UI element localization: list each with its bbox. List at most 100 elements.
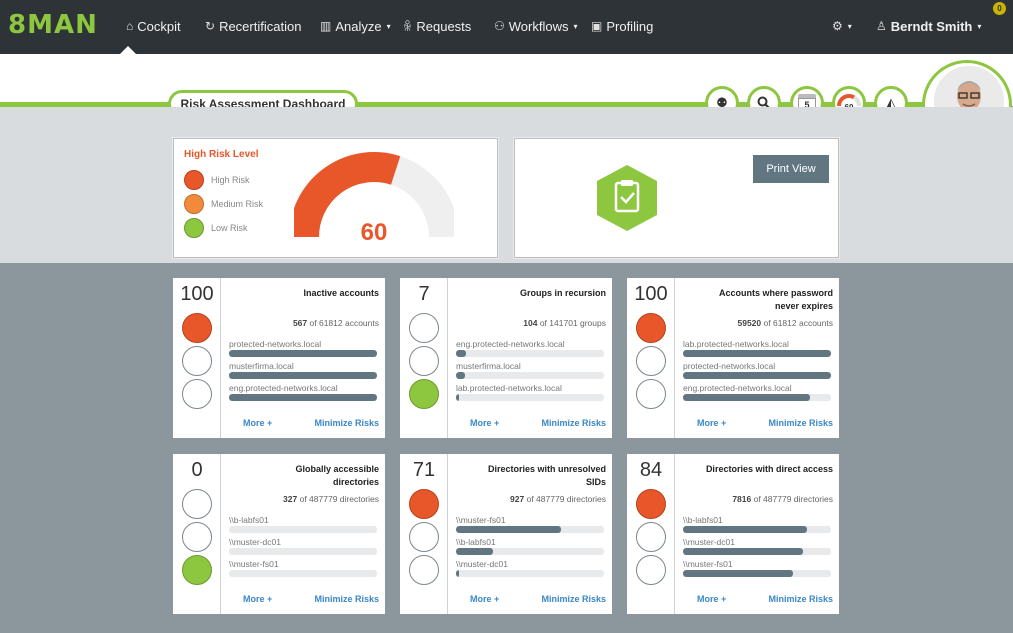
settings-menu[interactable]: ⚙ ▾ [832, 16, 852, 36]
app-logo[interactable]: 8MAN [8, 10, 98, 40]
high-risk-dot [184, 170, 204, 190]
domain-row[interactable]: \\muster-dc01 [683, 537, 833, 555]
domain-bar-fill [229, 394, 377, 401]
domain-label: protected-networks.local [683, 361, 776, 371]
more-link[interactable]: More + [697, 594, 726, 604]
minimize-risks-link[interactable]: Minimize Risks [314, 594, 379, 604]
card-title: Accounts where password never expires [718, 288, 833, 311]
domain-row[interactable]: \\b-labfs01 [456, 537, 606, 555]
domain-row[interactable]: protected-networks.local [683, 361, 833, 379]
count-value: 927 [510, 494, 525, 504]
risk-light-high [409, 489, 439, 519]
domain-row[interactable]: lab.protected-networks.local [456, 383, 606, 401]
risk-card: 100 Accounts where password never expire… [627, 278, 839, 438]
legend-label: Medium Risk [211, 199, 264, 209]
minimize-risks-link[interactable]: Minimize Risks [541, 594, 606, 604]
card-details: Inactive accounts 567 of 61812 accounts … [229, 278, 379, 438]
more-link[interactable]: More + [243, 594, 272, 604]
domain-row[interactable]: \\b-labfs01 [683, 515, 833, 533]
card-details: Directories with unresolved SIDs 927 of … [456, 454, 606, 614]
domain-row[interactable]: musterfirma.local [456, 361, 606, 379]
card-count: 7816 of 487779 directories [732, 494, 833, 504]
risk-card: 100 Inactive accounts 567 of 61812 accou… [173, 278, 385, 438]
domain-row[interactable]: \\muster-dc01 [456, 559, 606, 577]
nav-item-cockpit[interactable]: ⌂ Cockpit [126, 16, 181, 36]
more-link[interactable]: More + [470, 418, 499, 428]
medium-risk-dot [184, 194, 204, 214]
domain-label: protected-networks.local [229, 339, 322, 349]
domain-bar-fill [683, 570, 793, 577]
domain-bar-fill [456, 570, 459, 577]
chevron-down-icon: ▾ [573, 21, 578, 31]
risk-light-medium [182, 522, 212, 552]
risk-light-high [182, 489, 212, 519]
domain-label: \\muster-fs01 [683, 559, 733, 569]
domain-bar [456, 526, 604, 533]
print-view-button[interactable]: Print View [753, 155, 829, 183]
domain-bar-fill [456, 526, 562, 533]
legend-label: Low Risk [211, 223, 248, 233]
domain-bar [456, 372, 604, 379]
domain-bar [229, 372, 377, 379]
minimize-risks-link[interactable]: Minimize Risks [768, 418, 833, 428]
domain-row[interactable]: \\b-labfs01 [229, 515, 379, 533]
risk-value: 60 [360, 219, 388, 246]
domain-bar-fill [456, 350, 467, 357]
domain-bar-fill [683, 350, 831, 357]
nav-item-label: Workflows [508, 18, 569, 34]
domain-row[interactable]: \\muster-dc01 [229, 537, 379, 555]
card-score-column: 0 [173, 454, 221, 614]
card-details: Directories with direct access 7816 of 4… [683, 454, 833, 614]
card-score: 0 [191, 459, 203, 481]
nav-item-label: Profiling [606, 18, 654, 34]
more-link[interactable]: More + [697, 418, 726, 428]
nav-item-analyze[interactable]: ▥ Analyze ▾ [320, 16, 391, 36]
domain-row[interactable]: \\muster-fs01 [456, 515, 606, 533]
chevron-down-icon: ▾ [386, 21, 391, 31]
domain-row[interactable]: eng.protected-networks.local [683, 383, 833, 401]
user-menu[interactable]: ♙ Berndt Smith ▾ [876, 16, 981, 36]
domain-row[interactable]: eng.protected-networks.local [456, 339, 606, 357]
minimize-risks-link[interactable]: Minimize Risks [314, 418, 379, 428]
notification-badge[interactable]: 0 [993, 2, 1006, 15]
count-suffix: of 61812 accounts [763, 318, 833, 328]
refresh-icon: ↻ [205, 19, 216, 33]
nav-item-recertification[interactable]: ↻ Recertification [205, 16, 301, 36]
domain-row[interactable]: \\muster-fs01 [229, 559, 379, 577]
domain-bar-fill [456, 372, 465, 379]
more-link[interactable]: More + [243, 418, 272, 428]
chevron-down-icon: ▾ [977, 21, 982, 31]
domain-label: \\muster-dc01 [456, 559, 508, 569]
risk-light-low [182, 379, 212, 409]
risk-light-low [409, 555, 439, 585]
risk-light-high [636, 489, 666, 519]
nav-item-requests[interactable]: ꆜ Requests [403, 16, 471, 36]
domain-row[interactable]: lab.protected-networks.local [683, 339, 833, 357]
domain-bar [683, 350, 831, 357]
nav-item-label: Recertification [219, 18, 302, 34]
domain-row[interactable]: \\muster-fs01 [683, 559, 833, 577]
nav-item-workflows[interactable]: ⚇ Workflows ▾ [494, 16, 578, 36]
minimize-risks-link[interactable]: Minimize Risks [541, 418, 606, 428]
domain-bar [456, 350, 604, 357]
domain-bar [683, 548, 831, 555]
card-title: Groups in recursion [519, 288, 606, 298]
domain-row[interactable]: eng.protected-networks.local [229, 383, 379, 401]
count-suffix: of 487779 directories [753, 494, 833, 504]
domain-row[interactable]: protected-networks.local [229, 339, 379, 357]
nav-item-profiling[interactable]: ▣ Profiling [591, 16, 653, 36]
legend-low-risk: Low Risk [184, 218, 248, 238]
card-score-column: 100 [627, 278, 675, 438]
domain-bar [229, 394, 377, 401]
more-link[interactable]: More + [470, 594, 499, 604]
card-count: 104 of 141701 groups [523, 318, 606, 328]
domain-row[interactable]: musterfirma.local [229, 361, 379, 379]
card-score: 100 [634, 283, 668, 305]
count-suffix: of 487779 directories [299, 494, 379, 504]
risk-light-low [182, 555, 212, 585]
minimize-risks-link[interactable]: Minimize Risks [768, 594, 833, 604]
workflow-icon: ⚇ [494, 19, 505, 33]
domain-bar [456, 570, 604, 577]
domain-bar [683, 394, 831, 401]
user-icon: ♙ [876, 19, 887, 33]
